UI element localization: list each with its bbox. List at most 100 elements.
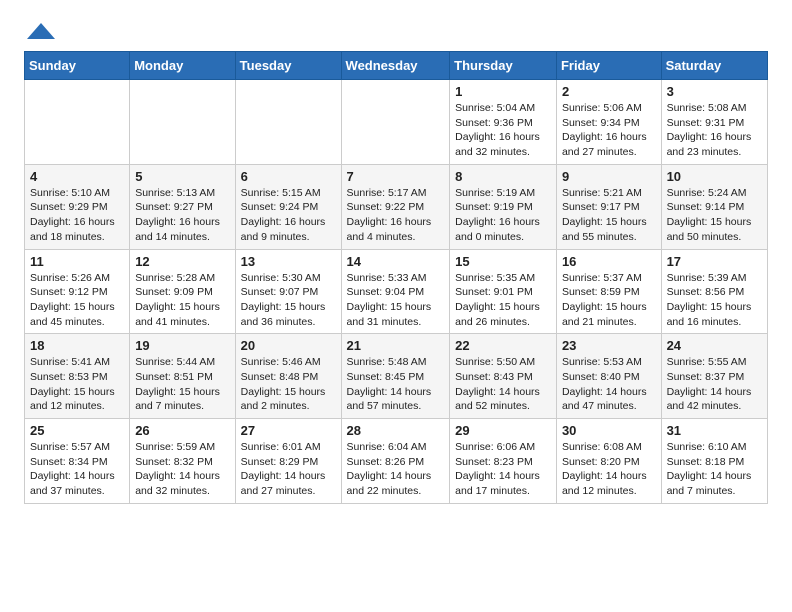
calendar-week-4: 18 Sunrise: 5:41 AM Sunset: 8:53 PM Dayli…	[25, 334, 768, 419]
day-number: 18	[30, 338, 124, 353]
calendar-week-3: 11 Sunrise: 5:26 AM Sunset: 9:12 PM Dayli…	[25, 249, 768, 334]
day-info: Sunrise: 5:46 AM Sunset: 8:48 PM Dayligh…	[241, 356, 326, 412]
day-number: 30	[562, 423, 656, 438]
day-number: 7	[347, 169, 445, 184]
calendar-cell: 10Sunrise: 5:24 AM Sunset: 9:14 PM Dayli…	[661, 164, 767, 249]
calendar-cell	[235, 80, 341, 165]
calendar-cell: 17Sunrise: 5:39 AM Sunset: 8:56 PM Dayli…	[661, 249, 767, 334]
logo	[24, 20, 56, 39]
day-info: Sunrise: 5:24 AM Sunset: 9:14 PM Dayligh…	[667, 187, 752, 243]
calendar-cell: 22 Sunrise: 5:50 AM Sunset: 8:43 PM Dayli…	[450, 334, 557, 419]
day-info: Sunrise: 5:35 AM Sunset: 9:01 PM Dayligh…	[455, 272, 540, 328]
day-number: 12	[135, 254, 229, 269]
day-info: Sunrise: 5:33 AM Sunset: 9:04 PM Dayligh…	[347, 272, 432, 328]
calendar-week-5: 25 Sunrise: 5:57 AM Sunset: 8:34 PM Dayli…	[25, 419, 768, 504]
calendar-cell	[341, 80, 450, 165]
calendar-cell: 4 Sunrise: 5:10 AM Sunset: 9:29 PM Daylig…	[25, 164, 130, 249]
day-info: Sunrise: 5:53 AM Sunset: 8:40 PM Dayligh…	[562, 356, 647, 412]
day-number: 9	[562, 169, 656, 184]
calendar-cell: 24 Sunrise: 5:55 AM Sunset: 8:37 PM Dayli…	[661, 334, 767, 419]
day-number: 27	[241, 423, 336, 438]
day-number: 8	[455, 169, 551, 184]
calendar-cell: 11 Sunrise: 5:26 AM Sunset: 9:12 PM Dayli…	[25, 249, 130, 334]
calendar-cell: 20Sunrise: 5:46 AM Sunset: 8:48 PM Dayli…	[235, 334, 341, 419]
calendar-cell: 30 Sunrise: 6:08 AM Sunset: 8:20 PM Dayli…	[556, 419, 661, 504]
day-info: Sunrise: 5:19 AM Sunset: 9:19 PM Dayligh…	[455, 187, 540, 243]
day-number: 3	[667, 84, 762, 99]
calendar-cell: 27 Sunrise: 6:01 AM Sunset: 8:29 PM Dayli…	[235, 419, 341, 504]
calendar-week-1: 1 Sunrise: 5:04 AM Sunset: 9:36 PM Daylig…	[25, 80, 768, 165]
calendar-cell: 3 Sunrise: 5:08 AM Sunset: 9:31 PM Daylig…	[661, 80, 767, 165]
calendar-cell: 5 Sunrise: 5:13 AM Sunset: 9:27 PM Daylig…	[130, 164, 235, 249]
day-number: 28	[347, 423, 445, 438]
day-info: Sunrise: 5:15 AM Sunset: 9:24 PM Dayligh…	[241, 187, 326, 243]
calendar-cell	[130, 80, 235, 165]
calendar-cell: 15 Sunrise: 5:35 AM Sunset: 9:01 PM Dayli…	[450, 249, 557, 334]
day-info: Sunrise: 5:30 AM Sunset: 9:07 PM Dayligh…	[241, 272, 326, 328]
day-number: 11	[30, 254, 124, 269]
day-info: Sunrise: 5:41 AM Sunset: 8:53 PM Dayligh…	[30, 356, 115, 412]
day-number: 22	[455, 338, 551, 353]
day-info: Sunrise: 5:55 AM Sunset: 8:37 PM Dayligh…	[667, 356, 752, 412]
col-header-thursday: Thursday	[450, 52, 557, 80]
day-number: 15	[455, 254, 551, 269]
day-number: 25	[30, 423, 124, 438]
calendar-week-2: 4 Sunrise: 5:10 AM Sunset: 9:29 PM Daylig…	[25, 164, 768, 249]
day-number: 19	[135, 338, 229, 353]
day-info: Sunrise: 5:17 AM Sunset: 9:22 PM Dayligh…	[347, 187, 432, 243]
col-header-tuesday: Tuesday	[235, 52, 341, 80]
day-number: 21	[347, 338, 445, 353]
day-info: Sunrise: 5:50 AM Sunset: 8:43 PM Dayligh…	[455, 356, 540, 412]
day-info: Sunrise: 5:10 AM Sunset: 9:29 PM Dayligh…	[30, 187, 115, 243]
day-info: Sunrise: 5:48 AM Sunset: 8:45 PM Dayligh…	[347, 356, 432, 412]
calendar-page: SundayMondayTuesdayWednesdayThursdayFrid…	[0, 0, 792, 520]
col-header-monday: Monday	[130, 52, 235, 80]
calendar-cell: 14Sunrise: 5:33 AM Sunset: 9:04 PM Dayli…	[341, 249, 450, 334]
day-info: Sunrise: 5:28 AM Sunset: 9:09 PM Dayligh…	[135, 272, 220, 328]
day-info: Sunrise: 6:10 AM Sunset: 8:18 PM Dayligh…	[667, 441, 752, 497]
calendar-cell: 13Sunrise: 5:30 AM Sunset: 9:07 PM Dayli…	[235, 249, 341, 334]
calendar-table: SundayMondayTuesdayWednesdayThursdayFrid…	[24, 51, 768, 504]
calendar-cell: 21 Sunrise: 5:48 AM Sunset: 8:45 PM Dayli…	[341, 334, 450, 419]
day-info: Sunrise: 5:04 AM Sunset: 9:36 PM Dayligh…	[455, 102, 540, 158]
day-info: Sunrise: 5:21 AM Sunset: 9:17 PM Dayligh…	[562, 187, 647, 243]
calendar-cell: 25 Sunrise: 5:57 AM Sunset: 8:34 PM Dayli…	[25, 419, 130, 504]
col-header-sunday: Sunday	[25, 52, 130, 80]
calendar-cell: 8 Sunrise: 5:19 AM Sunset: 9:19 PM Daylig…	[450, 164, 557, 249]
day-number: 17	[667, 254, 762, 269]
day-number: 6	[241, 169, 336, 184]
header-row: SundayMondayTuesdayWednesdayThursdayFrid…	[25, 52, 768, 80]
calendar-cell: 7 Sunrise: 5:17 AM Sunset: 9:22 PM Daylig…	[341, 164, 450, 249]
day-info: Sunrise: 6:08 AM Sunset: 8:20 PM Dayligh…	[562, 441, 647, 497]
day-number: 5	[135, 169, 229, 184]
calendar-cell: 2 Sunrise: 5:06 AM Sunset: 9:34 PM Daylig…	[556, 80, 661, 165]
day-info: Sunrise: 5:13 AM Sunset: 9:27 PM Dayligh…	[135, 187, 220, 243]
calendar-cell: 19 Sunrise: 5:44 AM Sunset: 8:51 PM Dayli…	[130, 334, 235, 419]
col-header-wednesday: Wednesday	[341, 52, 450, 80]
day-info: Sunrise: 5:08 AM Sunset: 9:31 PM Dayligh…	[667, 102, 752, 158]
calendar-cell	[25, 80, 130, 165]
calendar-cell: 16Sunrise: 5:37 AM Sunset: 8:59 PM Dayli…	[556, 249, 661, 334]
calendar-cell: 23 Sunrise: 5:53 AM Sunset: 8:40 PM Dayli…	[556, 334, 661, 419]
header	[24, 20, 768, 39]
day-info: Sunrise: 6:01 AM Sunset: 8:29 PM Dayligh…	[241, 441, 326, 497]
day-info: Sunrise: 5:26 AM Sunset: 9:12 PM Dayligh…	[30, 272, 115, 328]
day-number: 24	[667, 338, 762, 353]
day-number: 4	[30, 169, 124, 184]
calendar-cell: 12 Sunrise: 5:28 AM Sunset: 9:09 PM Dayli…	[130, 249, 235, 334]
day-number: 23	[562, 338, 656, 353]
day-info: Sunrise: 5:59 AM Sunset: 8:32 PM Dayligh…	[135, 441, 220, 497]
day-info: Sunrise: 6:04 AM Sunset: 8:26 PM Dayligh…	[347, 441, 432, 497]
day-info: Sunrise: 5:44 AM Sunset: 8:51 PM Dayligh…	[135, 356, 220, 412]
calendar-cell: 1 Sunrise: 5:04 AM Sunset: 9:36 PM Daylig…	[450, 80, 557, 165]
logo-icon	[26, 21, 56, 43]
day-number: 26	[135, 423, 229, 438]
day-number: 2	[562, 84, 656, 99]
calendar-cell: 29Sunrise: 6:06 AM Sunset: 8:23 PM Dayli…	[450, 419, 557, 504]
day-info: Sunrise: 5:06 AM Sunset: 9:34 PM Dayligh…	[562, 102, 647, 158]
day-info: Sunrise: 5:57 AM Sunset: 8:34 PM Dayligh…	[30, 441, 115, 497]
day-number: 1	[455, 84, 551, 99]
calendar-cell: 28 Sunrise: 6:04 AM Sunset: 8:26 PM Dayli…	[341, 419, 450, 504]
day-number: 31	[667, 423, 762, 438]
day-number: 29	[455, 423, 551, 438]
